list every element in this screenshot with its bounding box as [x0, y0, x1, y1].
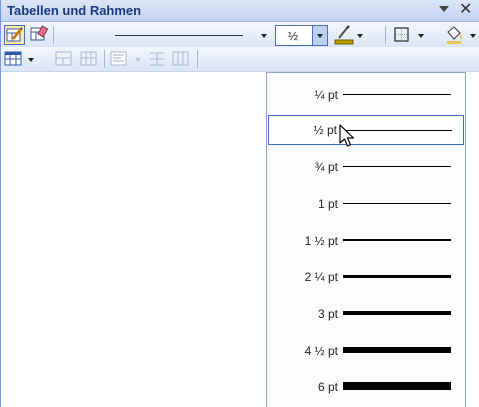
- menu-item-4-half-pt[interactable]: 4 ½ pt: [268, 336, 464, 366]
- outside-border-icon: [394, 27, 409, 42]
- line-weight-preview: [343, 275, 451, 278]
- insert-table-button[interactable]: [4, 49, 38, 69]
- menu-item-half-pt[interactable]: ½ pt: [268, 115, 464, 145]
- line-weight-preview: [343, 311, 451, 315]
- line-weight-preview: [343, 203, 451, 204]
- line-weight-dropdown-arrow[interactable]: [312, 26, 327, 45]
- split-cells-icon: [80, 51, 97, 66]
- paint-bucket-icon: [447, 26, 462, 44]
- pen-color-icon: [334, 25, 354, 45]
- title-bar[interactable]: Tabellen und Rahmen ✕: [1, 0, 479, 22]
- chevron-down-icon: [317, 34, 323, 38]
- distribute-columns-icon: [172, 51, 189, 66]
- chevron-down-icon: [261, 34, 267, 38]
- line-style-dropdown[interactable]: [105, 26, 273, 44]
- toolbar-options-dropdown-icon[interactable]: [439, 6, 449, 12]
- eraser-table-icon: [30, 25, 49, 41]
- line-weight-preview: [344, 130, 452, 131]
- menu-item-label: 4 ½ pt: [304, 344, 338, 358]
- distribute-rows-button[interactable]: [147, 49, 169, 69]
- insert-table-icon: [4, 51, 22, 66]
- menu-item-1-half-pt[interactable]: 1 ½ pt: [268, 226, 464, 256]
- menu-item-label: ½ pt: [313, 123, 337, 137]
- menu-item-label: 6 pt: [317, 380, 338, 394]
- eraser-button[interactable]: [29, 25, 49, 45]
- chevron-down-icon: [28, 58, 34, 62]
- toolbar-separator: [197, 50, 198, 68]
- tables-and-borders-window: Tabellen und Rahmen ✕ ½ ¼ pt ½ pt ¾ pt 1…: [0, 0, 479, 407]
- align-top-left-icon: [110, 51, 127, 66]
- line-weight-preview: [343, 239, 451, 241]
- pencil-table-icon: [6, 27, 23, 42]
- menu-item-label: 2 ¼ pt: [304, 270, 338, 284]
- line-weight-preview: [343, 94, 451, 95]
- line-weight-preview: [343, 166, 451, 167]
- split-cells-button[interactable]: [79, 49, 101, 69]
- draw-table-button[interactable]: [4, 25, 25, 45]
- toolbar-row-1: ½: [1, 22, 479, 47]
- toolbar-row-2: [1, 47, 479, 72]
- line-style-preview: [115, 35, 243, 36]
- merge-cells-icon: [55, 51, 72, 66]
- shading-color-button[interactable]: [443, 25, 479, 45]
- toolbar-separator: [385, 26, 386, 44]
- menu-item-1-pt[interactable]: 1 pt: [268, 189, 464, 219]
- line-weight-preview: [343, 347, 451, 353]
- menu-item-3-pt[interactable]: 3 pt: [268, 299, 464, 329]
- menu-item-quarter-pt[interactable]: ¼ pt: [268, 80, 464, 110]
- menu-item-label: 3 pt: [317, 307, 338, 321]
- border-color-button[interactable]: [333, 25, 363, 45]
- chevron-down-icon: [418, 34, 424, 38]
- chevron-down-icon: [357, 34, 363, 38]
- menu-item-label: ¼ pt: [314, 88, 338, 102]
- chevron-down-icon: [470, 34, 476, 38]
- mouse-pointer-icon: [339, 124, 355, 147]
- line-weight-dropdown[interactable]: ½: [275, 25, 328, 46]
- merge-cells-button[interactable]: [54, 49, 76, 69]
- menu-item-three-quarter-pt[interactable]: ¾ pt: [268, 152, 464, 182]
- line-weight-menu: ¼ pt ½ pt ¾ pt 1 pt 1 ½ pt 2 ¼ pt 3 pt 4…: [266, 72, 466, 407]
- distribute-rows-icon: [150, 52, 164, 66]
- menu-item-6-pt[interactable]: 6 pt: [268, 372, 464, 402]
- line-weight-value: ½: [288, 29, 299, 43]
- toolbar-separator: [104, 50, 105, 68]
- menu-item-label: 1 ½ pt: [304, 234, 338, 248]
- toolbar-separator: [53, 26, 54, 44]
- window-title: Tabellen und Rahmen: [7, 3, 142, 18]
- chevron-down-icon: [135, 58, 141, 62]
- menu-item-label: ¾ pt: [314, 160, 338, 174]
- menu-item-2-quarter-pt[interactable]: 2 ¼ pt: [268, 262, 464, 292]
- outside-border-button[interactable]: [391, 25, 427, 45]
- line-weight-preview: [343, 382, 451, 390]
- distribute-columns-button[interactable]: [171, 49, 193, 69]
- align-button[interactable]: [109, 49, 143, 69]
- close-icon[interactable]: ✕: [459, 1, 472, 19]
- menu-item-label: 1 pt: [317, 197, 338, 211]
